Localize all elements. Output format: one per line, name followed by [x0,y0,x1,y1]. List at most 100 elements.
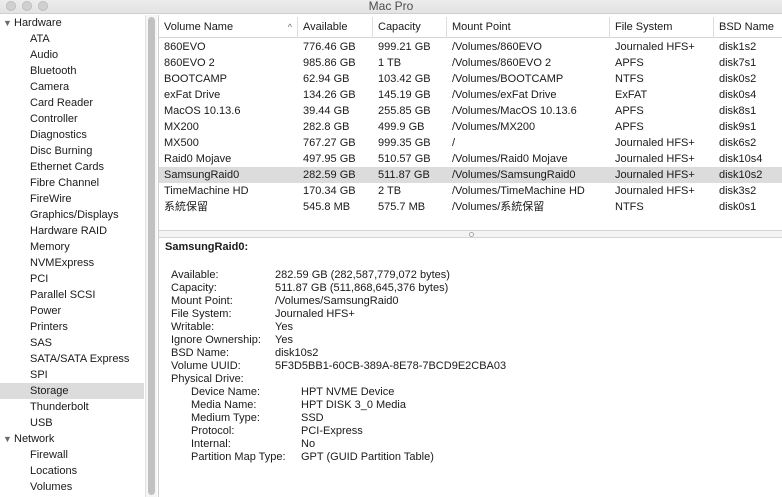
column-header-volume-name[interactable]: Volume Name ^ [159,17,298,38]
cell-bsd-name: disk0s4 [719,89,757,101]
sidebar-item-storage[interactable]: Storage [0,383,144,399]
detail-heading: SamsungRaid0: [165,241,249,253]
sort-ascending-icon: ^ [287,22,292,32]
sidebar-item-diagnostics[interactable]: Diagnostics [0,127,144,143]
column-header-mount-point[interactable]: Mount Point [447,17,610,38]
cell-mount-point: /Volumes/BOOTCAMP [452,73,564,85]
table-row[interactable]: MX500 767.27 GB 999.35 GB / Journaled HFS+ di… [159,135,782,151]
cell-file-system: Journaled HFS+ [615,185,695,197]
sidebar-item-bluetooth[interactable]: Bluetooth [0,63,144,79]
sidebar-item-fibre-channel[interactable]: Fibre Channel [0,175,144,191]
cell-capacity: 499.9 GB [378,121,425,133]
sidebar-group-network[interactable]: ▼ Network [0,431,144,447]
sidebar-item-memory[interactable]: Memory [0,239,144,255]
sidebar-item-card-reader[interactable]: Card Reader [0,95,144,111]
sidebar-item-volumes[interactable]: Volumes [0,479,144,495]
table-row[interactable]: 系統保留 545.8 MB 575.7 MB/Volumes/系統保留 NTFS dis… [159,199,782,215]
table-row[interactable]: exFat Drive 134.26 GB 145.19 GB/Volumes/ex… [159,87,782,103]
cell-volume-name: 860EVO [164,41,206,53]
column-header-available[interactable]: Available [298,17,373,38]
sidebar-scrollbar-thumb[interactable] [148,17,155,495]
cell-volume-name: BOOTCAMP [164,73,227,85]
cell-volume-name: Raid0 Mojave [164,153,232,165]
table-row[interactable]: 860EVO 2 985.86 GB 1 TB/Volumes/860EVO 2 AP… [159,55,782,71]
sidebar-item-graphics-displays[interactable]: Graphics/Displays [0,207,144,223]
detail-field-label: Mount Point: [171,295,233,307]
cell-file-system: Journaled HFS+ [615,153,695,165]
cell-capacity: 145.19 GB [378,89,431,101]
sidebar-item-printers[interactable]: Printers [0,319,144,335]
table-row[interactable]: MX200 282.8 GB 499.9 GB/Volumes/MX200 APFS d… [159,119,782,135]
table-row[interactable]: BOOTCAMP 62.94 GB 103.42 GB/Volumes/BOOTCA… [159,71,782,87]
cell-bsd-name: disk3s2 [719,185,757,197]
sidebar-item-spi[interactable]: SPI [0,367,144,383]
sidebar-group-label: Network [14,433,55,445]
sidebar-group-hardware[interactable]: ▼ Hardware [0,15,144,31]
cell-file-system: Journaled HFS+ [615,169,695,181]
cell-capacity: 999.21 GB [378,41,431,53]
physical-drive-field-label: Partition Map Type: [191,451,286,463]
sidebar-item-usb[interactable]: USB [0,415,144,431]
sidebar-scrollbar[interactable] [145,15,157,497]
physical-drive-field-label: Device Name: [191,386,261,398]
sidebar-group-label: Hardware [14,17,62,29]
column-header-label: BSD Name [719,21,775,33]
cell-available: 62.94 GB [303,73,350,85]
sidebar-item-locations[interactable]: Locations [0,463,144,479]
sidebar-item-firewire[interactable]: FireWire [0,191,144,207]
cell-file-system: ExFAT [615,89,648,101]
title-bar: Mac Pro [0,0,782,14]
cell-volume-name: MX200 [164,121,199,133]
table-row[interactable]: 860EVO 776.46 GB 999.21 GB/Volumes/860EVO J… [159,39,782,55]
column-header-bsd-name[interactable]: BSD Name [714,17,782,38]
main-pane: Volume Name ^ Available Capacity Mount Point… [158,15,782,497]
sidebar-item-controller[interactable]: Controller [0,111,144,127]
pane-splitter[interactable] [159,230,782,238]
table-row[interactable]: Raid0 Mojave 497.95 GB 510.57 GB/Volumes/R… [159,151,782,167]
table-row[interactable]: TimeMachine HD 170.34 GB 2 TB/Volumes/Time… [159,183,782,199]
sidebar-item-disc-burning[interactable]: Disc Burning [0,143,144,159]
sidebar-item-hardware-raid[interactable]: Hardware RAID [0,223,144,239]
sidebar-item-parallel-scsi[interactable]: Parallel SCSI [0,287,144,303]
cell-available: 767.27 GB [303,137,356,149]
detail-field-value: Yes [275,334,293,346]
detail-field-label: Capacity: [171,282,217,294]
cell-capacity: 510.57 GB [378,153,431,165]
cell-volume-name: SamsungRaid0 [164,169,240,181]
detail-field: Mount Point: /Volumes/SamsungRaid0 [171,295,771,308]
detail-field-value: /Volumes/SamsungRaid0 [275,295,399,307]
volumes-table-header: Volume Name ^ Available Capacity Mount Point… [159,17,782,38]
cell-capacity: 103.42 GB [378,73,431,85]
disclosure-triangle-icon[interactable]: ▼ [3,15,12,31]
cell-file-system: NTFS [615,73,644,85]
table-row[interactable]: SamsungRaid0 282.59 GB 511.87 GB/Volumes/S… [159,167,782,183]
sidebar-item-audio[interactable]: Audio [0,47,144,63]
physical-drive-field-label: Media Name: [191,399,257,411]
detail-field-label: Available: [171,269,219,281]
sidebar-item-pci[interactable]: PCI [0,271,144,287]
cell-mount-point: /Volumes/MacOS 10.13.6 [452,105,577,117]
sidebar-item-sata-sata-express[interactable]: SATA/SATA Express [0,351,144,367]
sidebar-item-nvmexpress[interactable]: NVMExpress [0,255,144,271]
cell-bsd-name: disk0s1 [719,201,757,213]
column-header-file-system[interactable]: File System [610,17,714,38]
disclosure-triangle-icon[interactable]: ▼ [3,431,12,447]
sidebar-item-ata[interactable]: ATA [0,31,144,47]
sidebar-item-thunderbolt[interactable]: Thunderbolt [0,399,144,415]
detail-field-label: Physical Drive: [171,373,244,385]
sidebar-item-sas[interactable]: SAS [0,335,144,351]
cell-capacity: 255.85 GB [378,105,431,117]
cell-capacity: 2 TB [378,185,402,197]
sidebar-item-camera[interactable]: Camera [0,79,144,95]
sidebar-item-power[interactable]: Power [0,303,144,319]
detail-field: BSD Name: disk10s2 [171,347,771,360]
detail-pane: SamsungRaid0: Available: 282.59 GB (282,5… [159,239,782,497]
cell-capacity: 1 TB [378,57,402,69]
detail-field: Ignore Ownership: Yes [171,334,771,347]
table-row[interactable]: MacOS 10.13.6 39.44 GB 255.85 GB/Volumes/M… [159,103,782,119]
cell-capacity: 575.7 MB [378,201,426,213]
sidebar-item-ethernet-cards[interactable]: Ethernet Cards [0,159,144,175]
column-header-capacity[interactable]: Capacity [373,17,447,38]
sidebar-item-firewall[interactable]: Firewall [0,447,144,463]
splitter-handle-icon[interactable] [469,232,474,237]
